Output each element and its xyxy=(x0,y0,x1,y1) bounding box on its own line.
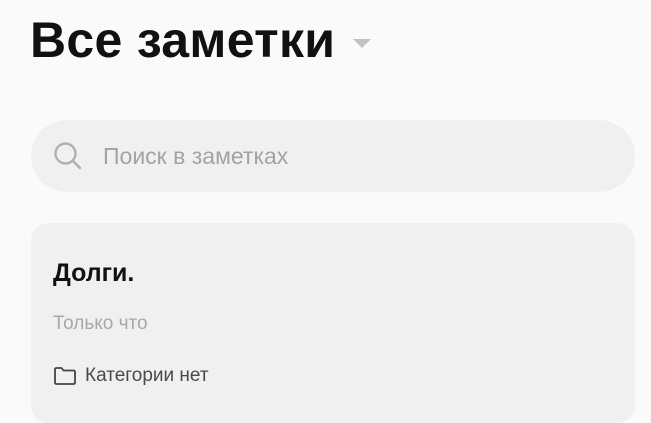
note-timestamp: Только что xyxy=(53,313,148,334)
header: Все заметки xyxy=(30,8,372,72)
search-input[interactable] xyxy=(103,142,583,170)
search-bar[interactable] xyxy=(31,120,635,192)
note-category: Категории нет xyxy=(53,365,209,387)
category-label: Категории нет xyxy=(85,365,209,386)
page-title: Все заметки xyxy=(30,12,336,68)
search-icon xyxy=(53,141,83,171)
note-title: Долги. xyxy=(53,259,135,287)
note-card[interactable]: Долги. Только что Категории нет xyxy=(31,223,635,423)
caret-down-icon[interactable] xyxy=(353,38,372,48)
folder-icon xyxy=(53,365,77,387)
